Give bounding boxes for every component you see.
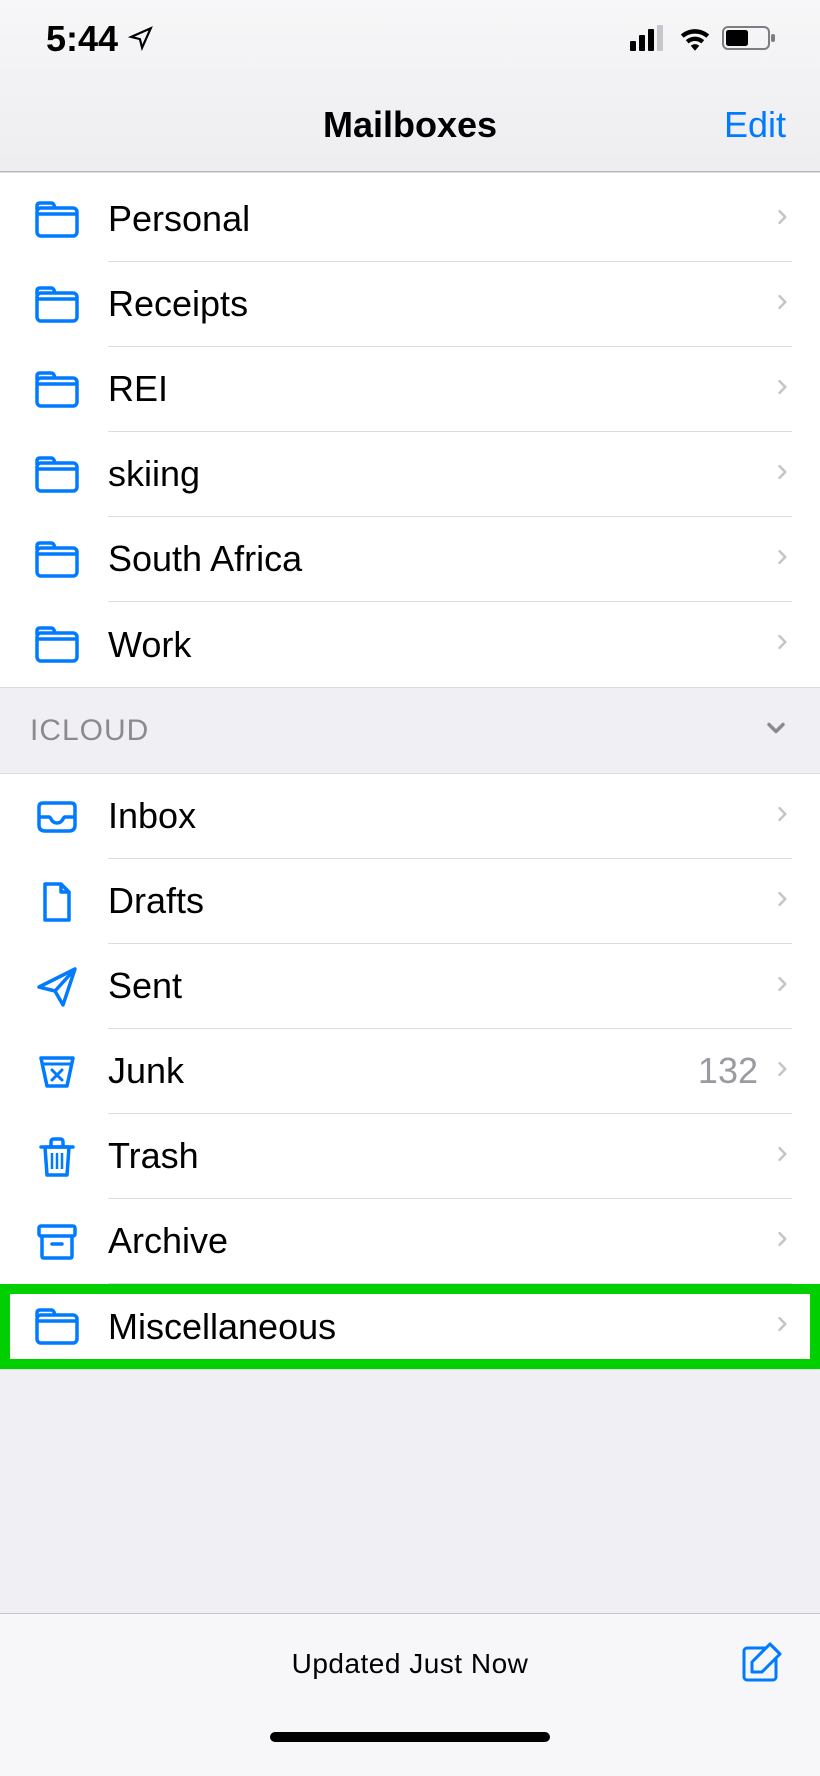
row-label: Personal bbox=[108, 198, 772, 240]
row-label: REI bbox=[108, 368, 772, 410]
battery-icon bbox=[722, 18, 778, 60]
status-bar: 5:44 bbox=[0, 0, 820, 78]
bottom-toolbar: Updated Just Now bbox=[0, 1613, 820, 1776]
folder-icon bbox=[32, 535, 82, 585]
chevron-right-icon bbox=[772, 288, 792, 321]
row-label: Work bbox=[108, 624, 772, 666]
chevron-right-icon bbox=[772, 1225, 792, 1258]
folder-row-south-africa[interactable]: South Africa bbox=[0, 517, 820, 602]
row-label: Inbox bbox=[108, 795, 772, 837]
folder-icon bbox=[32, 620, 82, 670]
chevron-right-icon bbox=[772, 458, 792, 491]
chevron-down-icon bbox=[762, 714, 790, 747]
archive-icon bbox=[32, 1217, 82, 1267]
trash-icon bbox=[32, 1132, 82, 1182]
chevron-right-icon bbox=[772, 373, 792, 406]
chevron-right-icon bbox=[772, 543, 792, 576]
chevron-right-icon bbox=[772, 800, 792, 833]
home-indicator bbox=[0, 1714, 820, 1776]
row-label: Junk bbox=[108, 1050, 698, 1092]
chevron-right-icon bbox=[772, 1055, 792, 1088]
folder-icon bbox=[32, 1302, 82, 1352]
chevron-right-icon bbox=[772, 628, 792, 661]
chevron-right-icon bbox=[772, 203, 792, 236]
section-title: ICLOUD bbox=[30, 714, 149, 748]
compose-button[interactable] bbox=[738, 1638, 786, 1691]
icloud-row-archive[interactable]: Archive bbox=[0, 1199, 820, 1284]
drafts-icon bbox=[32, 877, 82, 927]
folder-icon bbox=[32, 450, 82, 500]
chevron-right-icon bbox=[772, 970, 792, 1003]
icloud-row-trash[interactable]: Trash bbox=[0, 1114, 820, 1199]
folder-row-skiing[interactable]: skiing bbox=[0, 432, 820, 517]
row-label: Miscellaneous bbox=[108, 1306, 772, 1348]
row-label: skiing bbox=[108, 453, 772, 495]
location-icon bbox=[128, 18, 154, 60]
row-label: Archive bbox=[108, 1220, 772, 1262]
page-title: Mailboxes bbox=[323, 104, 497, 146]
chevron-right-icon bbox=[772, 1140, 792, 1173]
icloud-row-inbox[interactable]: Inbox bbox=[0, 774, 820, 859]
folder-row-personal[interactable]: Personal bbox=[0, 177, 820, 262]
mailbox-content: Personal Receipts REI skiing South Africa Wor… bbox=[0, 172, 820, 1614]
chevron-right-icon bbox=[772, 885, 792, 918]
icloud-row-sent[interactable]: Sent bbox=[0, 944, 820, 1029]
sent-icon bbox=[32, 962, 82, 1012]
row-label: Sent bbox=[108, 965, 772, 1007]
chevron-right-icon bbox=[772, 1310, 792, 1343]
junk-icon bbox=[32, 1047, 82, 1097]
folder-icon bbox=[32, 365, 82, 415]
cellular-icon bbox=[630, 18, 668, 60]
inbox-icon bbox=[32, 792, 82, 842]
row-label: Drafts bbox=[108, 880, 772, 922]
folder-row-rei[interactable]: REI bbox=[0, 347, 820, 432]
edit-button[interactable]: Edit bbox=[724, 104, 786, 146]
nav-header: Mailboxes Edit bbox=[0, 78, 820, 172]
section-header-icloud[interactable]: ICLOUD bbox=[0, 687, 820, 774]
status-time: 5:44 bbox=[46, 18, 118, 60]
row-label: Receipts bbox=[108, 283, 772, 325]
row-label: Trash bbox=[108, 1135, 772, 1177]
row-count: 132 bbox=[698, 1050, 758, 1092]
sync-status: Updated Just Now bbox=[292, 1648, 529, 1680]
icloud-row-drafts[interactable]: Drafts bbox=[0, 859, 820, 944]
icloud-row-junk[interactable]: Junk132 bbox=[0, 1029, 820, 1114]
icloud-row-miscellaneous[interactable]: Miscellaneous bbox=[0, 1284, 820, 1369]
folder-row-work[interactable]: Work bbox=[0, 602, 820, 687]
folder-row-receipts[interactable]: Receipts bbox=[0, 262, 820, 347]
wifi-icon bbox=[678, 18, 712, 60]
row-label: South Africa bbox=[108, 538, 772, 580]
folder-icon bbox=[32, 280, 82, 330]
folder-icon bbox=[32, 195, 82, 245]
